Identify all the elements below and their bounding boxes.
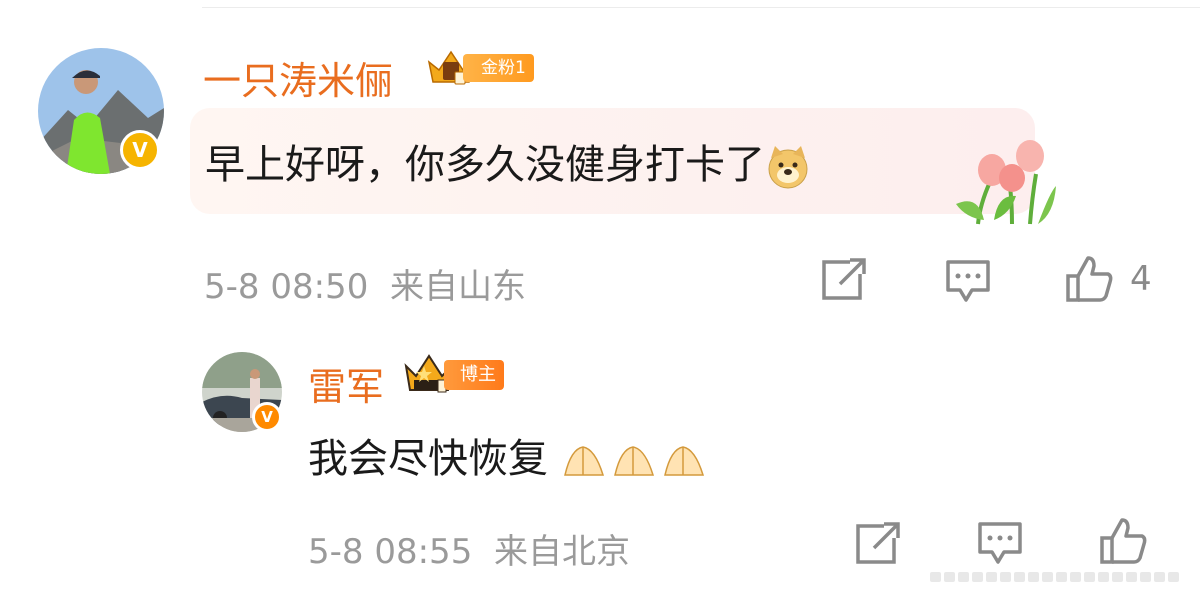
reply-comment-icon [978,522,1022,564]
comment-text-content: 早上好呀，你多久没健身打卡了 [205,142,765,188]
top-divider [202,7,1200,8]
share-icon [822,258,866,300]
reply-avatar[interactable]: V [202,352,282,432]
comment-username[interactable]: 一只涛米俪 [203,50,393,105]
verified-badge-icon: V [120,130,160,170]
like-count: 4 [1130,259,1152,299]
reply-comment-button[interactable] [976,520,1024,566]
comment-meta: 5-8 08:50 来自山东 [204,259,526,308]
reply-location: 来自北京 [493,532,630,572]
thumbs-up-icon [1066,256,1113,302]
fan-badge-label: 金粉1 [463,54,534,82]
reply-date: 5-8 08:55 [308,532,473,572]
blogger-badge: 博主 [402,354,504,396]
blogger-badge-label: 博主 [444,360,504,390]
scroll-indicator [930,572,1179,582]
reply-button[interactable] [944,258,992,304]
like-button[interactable]: 4 [1064,254,1152,304]
reply-like-button[interactable] [1098,516,1150,566]
comment-icon [946,260,990,302]
comment-location: 来自山东 [389,267,526,307]
reply-share-icon [856,522,900,564]
pray-hands-emoji-icon [563,446,704,476]
comment-text: 早上好呀，你多久没健身打卡了 [205,132,811,190]
reply-text: 我会尽快恢复 [308,426,709,484]
reply-username[interactable]: 雷军 [308,356,384,411]
avatar[interactable]: V [38,48,164,174]
share-button[interactable] [820,258,868,302]
tulip-decoration-icon [956,140,1056,225]
reply-share-button[interactable] [854,522,902,566]
reply-verified-badge-icon: V [252,402,282,432]
reply-meta: 5-8 08:55 来自北京 [308,524,630,573]
comment-date: 5-8 08:50 [204,267,369,307]
doge-emoji-icon [768,146,808,189]
reply-text-content: 我会尽快恢复 [308,436,548,482]
fan-level-badge: 金粉1 [425,48,534,88]
reply-thumbs-up-icon [1100,518,1147,564]
